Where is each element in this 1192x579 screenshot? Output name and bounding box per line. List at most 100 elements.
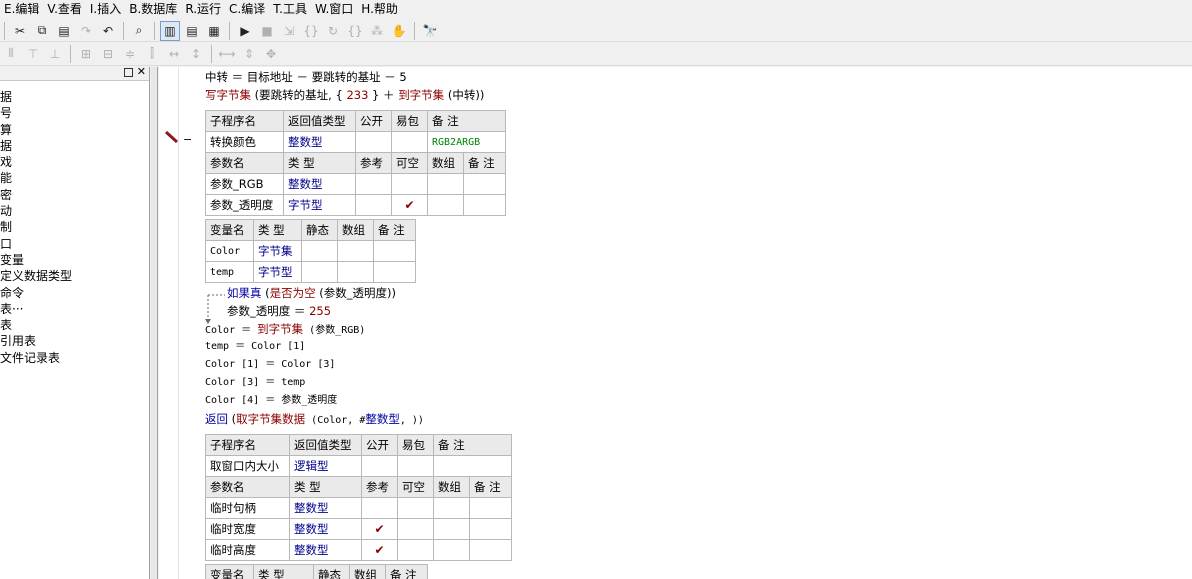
array-cell[interactable] xyxy=(427,173,464,195)
breakpoint-pen-icon[interactable] xyxy=(165,131,181,143)
tree-item[interactable]: 戏 xyxy=(0,154,149,170)
code-line[interactable]: Color [3] ＝ temp xyxy=(205,374,305,392)
hand-icon[interactable]: ✋ xyxy=(389,21,409,41)
var-name-cell[interactable]: Color xyxy=(205,240,254,262)
code-line[interactable]: Color ＝ 到字节集 (参数_RGB) xyxy=(205,320,365,338)
tree-item[interactable]: 密 xyxy=(0,187,149,203)
easy-pkg-cell[interactable] xyxy=(391,131,428,153)
nullable-cell[interactable] xyxy=(391,173,428,195)
static-cell[interactable] xyxy=(301,240,338,262)
tree-item[interactable]: 表 xyxy=(0,317,149,333)
same-width-icon[interactable]: ⟷ xyxy=(217,44,237,64)
code-line[interactable]: 中转 ＝ 目标地址 － 要跳转的基址 － 5 xyxy=(205,68,407,86)
tree-item[interactable]: 据 xyxy=(0,89,149,105)
param-name-cell[interactable]: 临时宽度 xyxy=(205,518,290,540)
step-into-icon[interactable]: {} xyxy=(301,21,321,41)
close-icon[interactable]: ✕ xyxy=(137,65,146,78)
tree-item[interactable]: 定义数据类型 xyxy=(0,268,149,284)
code-line[interactable]: temp ＝ Color [1] xyxy=(205,338,305,356)
param-name-cell[interactable]: 参数_RGB xyxy=(205,173,284,195)
note-cell[interactable] xyxy=(463,173,506,195)
tree-item[interactable]: 号 xyxy=(0,105,149,121)
array-cell[interactable] xyxy=(337,261,374,283)
center-v-icon[interactable]: ⊟ xyxy=(98,44,118,64)
array-cell[interactable] xyxy=(427,194,464,216)
static-cell[interactable] xyxy=(301,261,338,283)
copy-icon[interactable]: ⧉ xyxy=(32,21,52,41)
code-line[interactable]: Color [4] ＝ 参数_透明度 xyxy=(205,392,337,410)
step-icon[interactable]: ⇲ xyxy=(279,21,299,41)
ref-cell[interactable]: ✔ xyxy=(361,539,398,561)
note-cell[interactable] xyxy=(433,455,512,477)
menu-tools[interactable]: T.工具 xyxy=(269,1,311,17)
param-type-cell[interactable]: 整数型 xyxy=(283,173,356,195)
tree-item[interactable]: 制 xyxy=(0,219,149,235)
param-type-cell[interactable]: 整数型 xyxy=(289,539,362,561)
array-cell[interactable] xyxy=(433,539,470,561)
layout-grid-icon[interactable]: ▦ xyxy=(204,21,224,41)
param-type-cell[interactable]: 整数型 xyxy=(289,497,362,519)
public-cell[interactable] xyxy=(361,455,398,477)
tree-item[interactable]: 算 xyxy=(0,122,149,138)
note-cell[interactable]: RGB2ARGB xyxy=(427,131,506,153)
distribute-icon[interactable]: ⫿ xyxy=(142,44,162,64)
array-cell[interactable] xyxy=(433,518,470,540)
tree-item[interactable]: 变量 xyxy=(0,252,149,268)
nullable-cell[interactable] xyxy=(397,497,434,519)
space-v-icon[interactable]: ↕ xyxy=(186,44,206,64)
nullable-cell[interactable] xyxy=(397,539,434,561)
align-bottom-icon[interactable]: ⊥ xyxy=(45,44,65,64)
restore-icon[interactable] xyxy=(124,68,133,77)
tree-item[interactable]: 文件记录表 xyxy=(0,350,149,366)
var-type-cell[interactable]: 字节型 xyxy=(253,261,302,283)
array-cell[interactable] xyxy=(433,497,470,519)
tree-item[interactable]: 表··· xyxy=(0,301,149,317)
code-line[interactable]: Color [1] ＝ Color [3] xyxy=(205,356,335,374)
tree-item[interactable]: 据 xyxy=(0,138,149,154)
binoculars-icon[interactable]: 🔭 xyxy=(420,21,440,41)
ref-cell[interactable] xyxy=(355,173,392,195)
note-cell[interactable] xyxy=(373,261,416,283)
code-line[interactable]: 返回 (取字节集数据 (Color, #整数型, )) xyxy=(205,410,424,428)
paste-icon[interactable]: ▤ xyxy=(54,21,74,41)
menu-database[interactable]: B.数据库 xyxy=(125,1,181,17)
panel-scrollbar[interactable] xyxy=(151,67,158,579)
align-top-icon[interactable]: ⊤ xyxy=(23,44,43,64)
menu-compile[interactable]: C.编译 xyxy=(225,1,269,17)
align-middle-icon[interactable]: ≑ xyxy=(120,44,140,64)
tree-item[interactable]: 引用表 xyxy=(0,333,149,349)
array-cell[interactable] xyxy=(337,240,374,262)
var-name-cell[interactable]: temp xyxy=(205,261,254,283)
code-line[interactable]: 写字节集 (要跳转的基址, { 233 } ＋ 到字节集 (中转)) xyxy=(205,86,484,104)
tree-item[interactable]: 能 xyxy=(0,170,149,186)
param-name-cell[interactable]: 临时高度 xyxy=(205,539,290,561)
align-left-icon[interactable]: ⫴ xyxy=(1,44,21,64)
param-name-cell[interactable]: 临时句柄 xyxy=(205,497,290,519)
tree-item[interactable]: 命令 xyxy=(0,285,149,301)
menu-window[interactable]: W.窗口 xyxy=(311,1,357,17)
nullable-cell[interactable]: ✔ xyxy=(391,194,428,216)
tree-item[interactable]: 动 xyxy=(0,203,149,219)
var-type-cell[interactable]: 字节集 xyxy=(253,240,302,262)
menu-help[interactable]: H.帮助 xyxy=(357,1,402,17)
layout-left-icon[interactable]: ▥ xyxy=(160,20,180,41)
find-icon[interactable]: ⌕ xyxy=(129,21,149,41)
undo-icon[interactable]: ↶ xyxy=(98,21,118,41)
menu-run[interactable]: R.运行 xyxy=(181,1,225,17)
step-over-icon[interactable]: ↻ xyxy=(323,21,343,41)
ref-cell[interactable]: ✔ xyxy=(361,518,398,540)
same-size-icon[interactable]: ✥ xyxy=(261,44,281,64)
public-cell[interactable] xyxy=(355,131,392,153)
note-cell[interactable] xyxy=(469,518,512,540)
note-cell[interactable] xyxy=(469,497,512,519)
run-to-cursor-icon[interactable]: ⁂ xyxy=(367,21,387,41)
menu-insert[interactable]: I.插入 xyxy=(86,1,125,17)
ref-cell[interactable] xyxy=(361,497,398,519)
tree-item[interactable]: 口 xyxy=(0,236,149,252)
menu-edit[interactable]: E.编辑 xyxy=(0,1,43,17)
param-name-cell[interactable]: 参数_透明度 xyxy=(205,194,284,216)
sub-name-cell[interactable]: 取窗口内大小 xyxy=(205,455,290,477)
ref-cell[interactable] xyxy=(355,194,392,216)
center-h-icon[interactable]: ⊞ xyxy=(76,44,96,64)
note-cell[interactable] xyxy=(373,240,416,262)
